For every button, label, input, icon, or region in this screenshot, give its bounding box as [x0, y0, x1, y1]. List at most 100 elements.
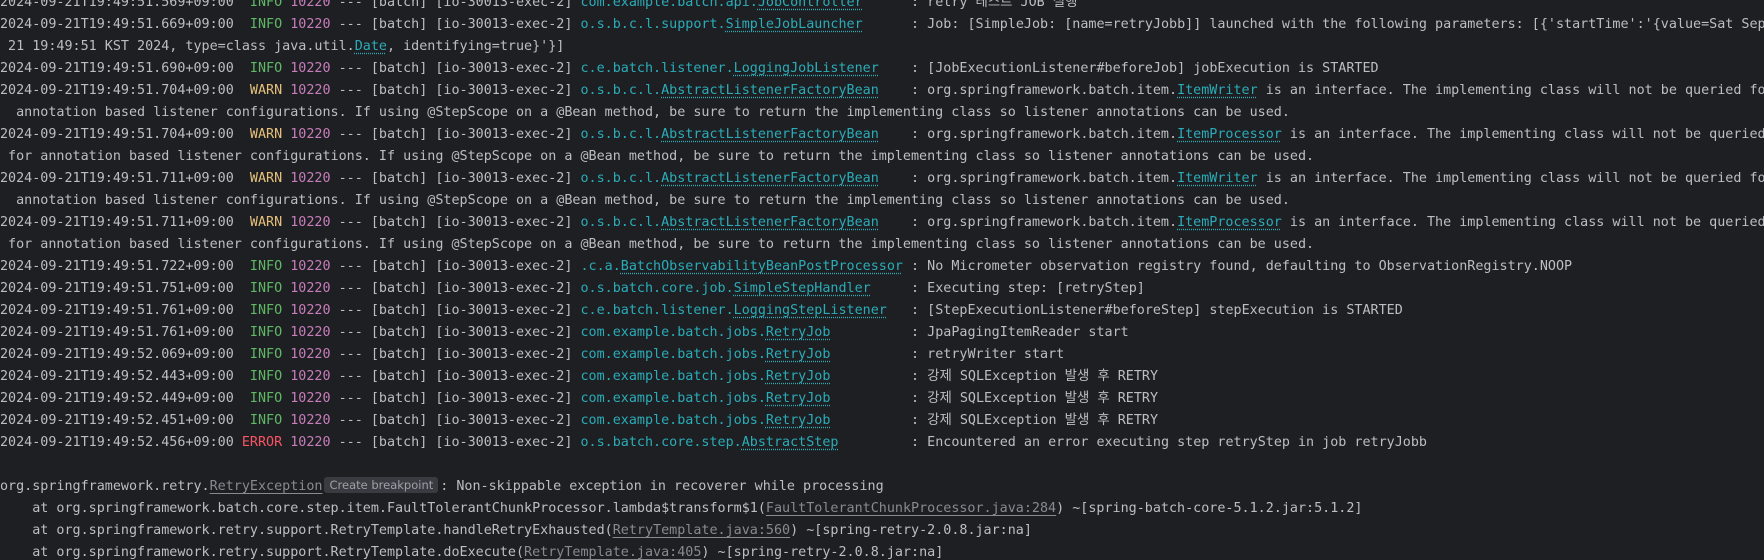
- log-separator: ---: [330, 347, 371, 362]
- log-level: INFO: [249, 0, 283, 10]
- message-class-link[interactable]: ItemWriter: [1177, 171, 1258, 186]
- logger-class-link[interactable]: RetryJob: [766, 369, 831, 384]
- logger-class-link[interactable]: AbstractStep: [742, 435, 839, 450]
- log-pid: 10220: [290, 369, 331, 384]
- message-class-link[interactable]: ItemProcessor: [1177, 215, 1282, 230]
- logger-class-link[interactable]: LoggingJobListener: [734, 61, 879, 76]
- log-timestamp: 2024-09-21T19:49:51.569+09:00: [0, 0, 234, 10]
- continuation-tail: , identifying=true}'}]: [386, 39, 565, 54]
- log-thread: [batch] [io-30013-exec-2]: [370, 347, 581, 362]
- stack-frame-source-link[interactable]: FaultTolerantChunkProcessor.java:284: [766, 501, 1056, 516]
- logger-package: com.example.batch.jobs.: [580, 369, 766, 384]
- log-message: : No Micrometer observation registry fou…: [911, 259, 1573, 274]
- create-breakpoint-button[interactable]: Create breakpoint: [324, 477, 439, 493]
- log-pid: 10220: [290, 391, 331, 406]
- log-continuation: annotation based listener configurations…: [0, 190, 1290, 212]
- logger-package: c.e.batch.listener.: [580, 303, 734, 318]
- message-class-link[interactable]: ItemProcessor: [1177, 127, 1282, 142]
- logger-package: com.example.batch.jobs.: [580, 325, 766, 340]
- log-gap: [830, 347, 911, 362]
- continuation-text: for annotation based listener configurat…: [0, 149, 1315, 164]
- log-timestamp: 2024-09-21T19:49:51.761+09:00: [0, 303, 234, 318]
- log-timestamp: 2024-09-21T19:49:51.761+09:00: [0, 325, 234, 340]
- logger-class-link[interactable]: JobController: [758, 0, 863, 10]
- log-gap: [830, 325, 911, 340]
- log-gap: [879, 83, 911, 98]
- log-pad: [234, 325, 250, 340]
- log-level: INFO: [249, 17, 283, 32]
- log-message: : Executing step: [retryStep]: [911, 281, 1145, 296]
- log-pad: [234, 281, 250, 296]
- log-line: 2024-09-21T19:49:51.690+09:00 INFO 10220…: [0, 58, 1379, 80]
- stack-frame-jar: ) ~[spring-retry-2.0.8.jar:na]: [790, 523, 1032, 538]
- log-level: INFO: [249, 413, 283, 428]
- stack-frame: at org.springframework.batch.core.step.i…: [0, 498, 1362, 520]
- log-separator: ---: [330, 0, 371, 10]
- log-pad: [234, 369, 250, 384]
- logger-class-link[interactable]: RetryJob: [766, 391, 831, 406]
- logger-package: o.s.b.c.l.: [580, 127, 662, 142]
- logger-class-link[interactable]: BatchObservabilityBeanPostProcessor: [621, 259, 903, 274]
- log-level: ERROR: [241, 435, 283, 450]
- continuation-text: annotation based listener configurations…: [0, 105, 1290, 120]
- logger-class-link[interactable]: SimpleStepHandler: [734, 281, 871, 296]
- class-link[interactable]: Date: [355, 39, 387, 54]
- logger-package: com.example.batch.jobs.: [580, 391, 766, 406]
- exception-class-link[interactable]: RetryException: [210, 479, 323, 494]
- log-continuation: 21 19:49:51 KST 2024, type=class java.ut…: [0, 36, 564, 58]
- logger-package: o.s.b.c.l.: [580, 171, 662, 186]
- log-message: : org.springframework.batch.item.: [911, 215, 1178, 230]
- log-pid: 10220: [290, 83, 331, 98]
- log-pad: [234, 127, 250, 142]
- log-pid: 10220: [290, 413, 331, 428]
- log-message-tail: is an interface. The implementing class …: [1257, 83, 1764, 98]
- logger-class-link[interactable]: AbstractListenerFactoryBean: [661, 127, 879, 142]
- log-message: : 강제 SQLException 발생 후 RETRY: [911, 369, 1159, 384]
- log-line: 2024-09-21T19:49:51.669+09:00 INFO 10220…: [0, 14, 1764, 36]
- logger-class-link[interactable]: RetryJob: [766, 325, 831, 340]
- log-timestamp: 2024-09-21T19:49:51.751+09:00: [0, 281, 234, 296]
- log-level: INFO: [249, 369, 283, 384]
- log-pid: 10220: [290, 127, 331, 142]
- logger-package: o.s.b.c.l.: [580, 215, 662, 230]
- log-level: INFO: [249, 259, 283, 274]
- log-pid: 10220: [290, 171, 331, 186]
- log-level: WARN: [249, 215, 283, 230]
- stack-frame-source-link[interactable]: RetryTemplate.java:560: [613, 523, 790, 538]
- log-thread: [batch] [io-30013-exec-2]: [370, 391, 581, 406]
- log-pid: 10220: [290, 325, 331, 340]
- logger-class-link[interactable]: AbstractListenerFactoryBean: [661, 215, 879, 230]
- log-pad: [234, 413, 250, 428]
- log-line: 2024-09-21T19:49:52.449+09:00 INFO 10220…: [0, 388, 1158, 410]
- log-timestamp: 2024-09-21T19:49:51.722+09:00: [0, 259, 234, 274]
- logger-class-link[interactable]: SimpleJobLauncher: [726, 17, 863, 32]
- log-message: : retryWriter start: [911, 347, 1065, 362]
- log-message-tail: is an interface. The implementing class …: [1281, 215, 1764, 230]
- logger-class-link[interactable]: AbstractListenerFactoryBean: [661, 171, 879, 186]
- stack-frame-jar: ) ~[spring-batch-core-5.1.2.jar:5.1.2]: [1056, 501, 1363, 516]
- log-pid: 10220: [290, 303, 331, 318]
- log-thread: [batch] [io-30013-exec-2]: [370, 171, 581, 186]
- log-thread: [batch] [io-30013-exec-2]: [370, 259, 581, 274]
- stack-frame: at org.springframework.retry.support.Ret…: [0, 542, 943, 560]
- logger-class-link[interactable]: LoggingStepListener: [734, 303, 887, 318]
- log-line: 2024-09-21T19:49:51.751+09:00 INFO 10220…: [0, 278, 1145, 300]
- log-separator: ---: [330, 303, 371, 318]
- log-thread: [batch] [io-30013-exec-2]: [370, 303, 581, 318]
- log-pid: 10220: [290, 435, 331, 450]
- log-timestamp: 2024-09-21T19:49:52.451+09:00: [0, 413, 234, 428]
- continuation-text: for annotation based listener configurat…: [0, 237, 1315, 252]
- logger-package: .c.a.: [580, 259, 621, 274]
- log-pid: 10220: [290, 259, 331, 274]
- log-pid: 10220: [290, 0, 331, 10]
- log-message: : Encountered an error executing step re…: [911, 435, 1427, 450]
- log-separator: ---: [330, 215, 371, 230]
- log-level: INFO: [249, 347, 283, 362]
- log-pad: [234, 215, 250, 230]
- message-class-link[interactable]: ItemWriter: [1177, 83, 1258, 98]
- stack-frame-source-link[interactable]: RetryTemplate.java:405: [524, 545, 701, 560]
- logger-class-link[interactable]: AbstractListenerFactoryBean: [661, 83, 879, 98]
- logger-class-link[interactable]: RetryJob: [766, 413, 831, 428]
- logger-class-link[interactable]: RetryJob: [766, 347, 831, 362]
- log-timestamp: 2024-09-21T19:49:52.443+09:00: [0, 369, 234, 384]
